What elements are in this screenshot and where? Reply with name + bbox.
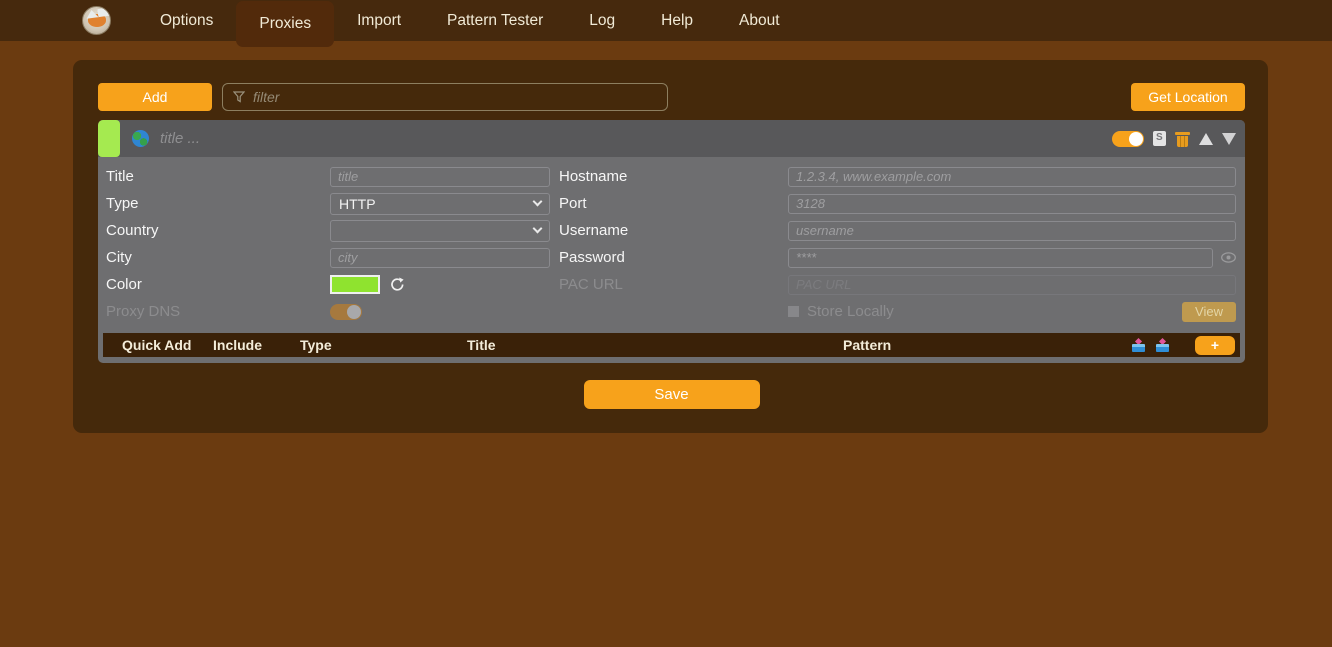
- nav-item-import[interactable]: Import: [334, 0, 424, 41]
- filter-input[interactable]: [253, 89, 657, 105]
- country-select[interactable]: [330, 220, 550, 242]
- color-label: Color: [106, 271, 330, 298]
- funnel-icon: [233, 91, 245, 103]
- save-button[interactable]: Save: [584, 380, 760, 409]
- pattern-header: Pattern: [843, 337, 1132, 353]
- pac-url-field[interactable]: [788, 275, 1236, 295]
- port-label: Port: [559, 190, 788, 217]
- type-select-value: HTTP: [339, 196, 534, 212]
- country-label: Country: [106, 217, 330, 244]
- city-field[interactable]: [330, 248, 550, 268]
- proxy-dns-toggle[interactable]: [330, 304, 362, 320]
- port-field[interactable]: [788, 194, 1236, 214]
- quick-add-bar: Quick Add Include Type Title Pattern +: [103, 333, 1240, 357]
- triangle-up-icon[interactable]: [1199, 133, 1213, 145]
- get-location-button[interactable]: Get Location: [1131, 83, 1245, 111]
- username-label: Username: [559, 217, 788, 244]
- pac-url-label: PAC URL: [559, 271, 788, 298]
- nav-item-options[interactable]: Options: [137, 0, 236, 41]
- add-button[interactable]: Add: [98, 83, 212, 111]
- save-row: Save: [98, 380, 1245, 409]
- open-box-icon[interactable]: [1132, 339, 1145, 352]
- view-button[interactable]: View: [1182, 302, 1236, 322]
- eye-icon[interactable]: [1221, 252, 1236, 263]
- color-swatch[interactable]: [330, 275, 380, 294]
- add-pattern-button[interactable]: +: [1195, 336, 1235, 355]
- hostname-label: Hostname: [559, 163, 788, 190]
- city-label: City: [106, 244, 330, 271]
- nav-item-log[interactable]: Log: [566, 0, 638, 41]
- proxy-title-display: title ...: [160, 130, 200, 147]
- nav-item-proxies[interactable]: Proxies: [236, 1, 334, 47]
- proxy-dns-label: Proxy DNS: [106, 298, 330, 325]
- nav-item-about[interactable]: About: [716, 0, 803, 41]
- password-field[interactable]: [788, 248, 1213, 268]
- title-field[interactable]: [330, 167, 550, 187]
- type-header: Type: [300, 337, 467, 353]
- username-field[interactable]: [788, 221, 1236, 241]
- include-header: Include: [213, 337, 300, 353]
- nav-item-help[interactable]: Help: [638, 0, 716, 41]
- store-locally-label: Store Locally: [807, 303, 894, 320]
- title-header: Title: [467, 337, 843, 353]
- hostname-field[interactable]: [788, 167, 1236, 187]
- quick-add-actions: +: [1132, 336, 1235, 355]
- top-nav: Options Proxies Import Pattern Tester Lo…: [0, 0, 1332, 41]
- toolbar: Add Get Location: [98, 83, 1245, 111]
- foxyproxy-logo-icon: [82, 6, 111, 35]
- duplicate-icon[interactable]: [1153, 131, 1166, 146]
- type-label: Type: [106, 190, 330, 217]
- store-locally-checkbox[interactable]: [788, 306, 799, 317]
- password-label: Password: [559, 244, 788, 271]
- open-box-icon[interactable]: [1156, 339, 1169, 352]
- proxy-card: title ... Title Hostname Type HTTP: [98, 120, 1245, 363]
- nav-items: Options Proxies Import Pattern Tester Lo…: [137, 0, 803, 41]
- proxy-card-header: title ...: [98, 120, 1245, 157]
- enable-toggle[interactable]: [1112, 131, 1144, 147]
- profile-color-strip: [98, 120, 120, 157]
- chevron-down-icon: [533, 197, 543, 207]
- title-label: Title: [106, 163, 330, 190]
- quick-add-header: Quick Add: [122, 337, 213, 353]
- chevron-down-icon: [533, 224, 543, 234]
- proxy-form: Title Hostname Type HTTP Port Country: [98, 157, 1245, 331]
- triangle-down-icon[interactable]: [1222, 133, 1236, 145]
- refresh-icon[interactable]: [389, 276, 406, 293]
- nav-item-pattern-tester[interactable]: Pattern Tester: [424, 0, 566, 41]
- type-select[interactable]: HTTP: [330, 193, 550, 215]
- globe-icon: [132, 130, 149, 147]
- trash-icon[interactable]: [1175, 131, 1190, 147]
- proxies-panel: Add Get Location title ...: [73, 60, 1268, 433]
- proxy-header-actions: [1112, 131, 1236, 147]
- filter-input-wrap: [222, 83, 668, 111]
